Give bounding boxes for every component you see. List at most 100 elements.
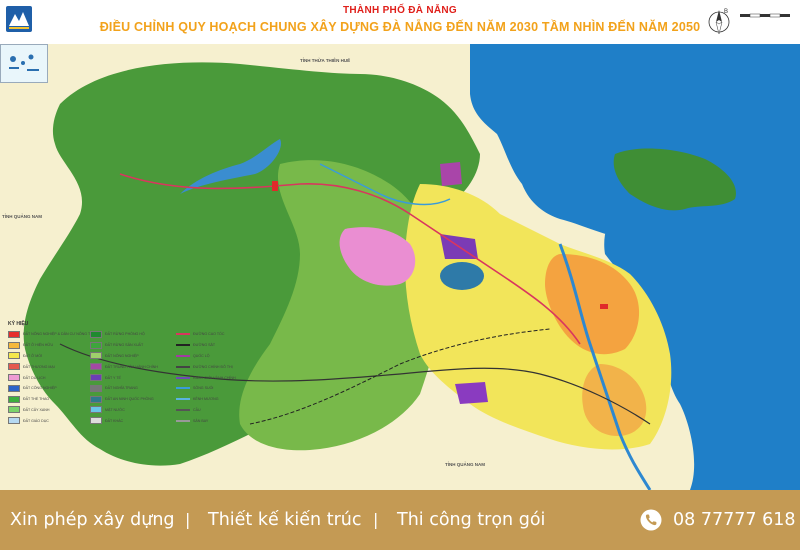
legend-item: MẶT NƯỚC	[90, 405, 158, 416]
legend-item: ĐẤT THƯƠNG MẠI	[8, 361, 98, 372]
legend-label: RANH GIỚI HÀNH CHÍNH	[193, 375, 236, 380]
legend-swatch	[8, 374, 20, 382]
legend-line-swatch	[176, 419, 190, 422]
legend-swatch	[90, 395, 102, 403]
map-subtitle: THÀNH PHỐ ĐÀ NẴNG	[343, 5, 457, 16]
legend-label: ĐẤT TRUNG TÂM HÀNH CHÍNH	[105, 364, 158, 369]
legend-item: ĐẤT RỪNG PHÒNG HỘ	[90, 329, 158, 340]
legend-label: ĐẤT NÔNG NGHIỆP	[105, 353, 139, 358]
phone-icon	[640, 509, 662, 531]
legend-label: ĐẤT RỪNG SẢN XUẤT	[105, 343, 144, 348]
legend-label: ĐƯỜNG CHÍNH ĐÔ THỊ	[193, 364, 233, 369]
scale-bar-icon	[740, 13, 790, 18]
legend-column-3: ĐƯỜNG CAO TỐC ĐƯỜNG SẮT QUỐC LỘ ĐƯỜNG CH…	[176, 329, 236, 426]
planning-map: TỈNH THỪA THIÊN HUẾ TỈNH QUẢNG NAM TỈNH …	[0, 44, 800, 490]
legend-label: ĐƯỜNG CAO TỐC	[193, 332, 225, 337]
legend-item: ĐẤT TRUNG TÂM HÀNH CHÍNH	[90, 361, 158, 372]
legend-item: ĐẤT THỂ THAO	[8, 394, 98, 405]
legend-line-swatch	[176, 408, 190, 411]
legend-column-1: ĐẤT NÔNG NGHIỆP & DÂN CƯ NÔNG THÔN ĐẤT Ở…	[8, 329, 98, 426]
legend-item: ĐẤT Ở HIỆN HỮU	[8, 340, 98, 351]
legend-label: ĐẤT KHÁC	[105, 418, 124, 423]
legend-item: CẦU	[176, 405, 236, 416]
legend-swatch	[8, 417, 20, 425]
legend-item: SÔNG SUỐI	[176, 383, 236, 394]
map-title: ĐIỀU CHỈNH QUY HOẠCH CHUNG XÂY DỰNG ĐÀ N…	[99, 20, 701, 34]
header: THÀNH PHỐ ĐÀ NẴNG ĐIỀU CHỈNH QUY HOẠCH C…	[0, 0, 800, 44]
legend-swatch	[8, 341, 20, 349]
legend-item: SÂN BAY	[176, 415, 236, 426]
footer-separator: |	[185, 510, 191, 529]
legend-item: ĐẤT RỪNG SẢN XUẤT	[90, 340, 158, 351]
admin-zone-2	[455, 382, 488, 404]
legend-item: ĐẤT Ở MỚI	[8, 351, 98, 362]
legend-label: ĐẤT GIÁO DỤC	[23, 418, 49, 423]
legend-label: CẦU	[193, 407, 201, 412]
legend-label: MẶT NƯỚC	[105, 407, 125, 412]
legend-item: ĐẤT DU LỊCH	[8, 372, 98, 383]
phone-number[interactable]: 08 77777 618	[673, 510, 795, 530]
legend-swatch	[8, 330, 20, 338]
legend-label: ĐẤT RỪNG PHÒNG HỘ	[105, 332, 145, 337]
legend-column-2: ĐẤT RỪNG PHÒNG HỘ ĐẤT RỪNG SẢN XUẤT ĐẤT …	[90, 329, 158, 426]
legend-line-swatch	[176, 354, 190, 357]
service-permit[interactable]: Xin phép xây dựng	[10, 510, 175, 530]
legend-item: ĐẤT NÔNG NGHIỆP	[90, 351, 158, 362]
legend-label: ĐẤT DU LỊCH	[23, 375, 46, 380]
legend-swatch	[90, 417, 102, 425]
legend-line-swatch	[176, 398, 190, 401]
legend-item: QUỐC LỘ	[176, 351, 236, 362]
legend-item: ĐẤT CÔNG NGHIỆP	[8, 383, 98, 394]
legend-label: ĐẤT CÔNG NGHIỆP	[23, 386, 57, 391]
legend-label: ĐẤT NÔNG NGHIỆP & DÂN CƯ NÔNG THÔN	[23, 332, 99, 337]
contact-footer: Xin phép xây dựng | Thiết kế kiến trúc |…	[0, 490, 800, 550]
legend-item: ĐẤT Y TẾ	[90, 372, 158, 383]
legend-item: ĐƯỜNG CHÍNH ĐÔ THỊ	[176, 361, 236, 372]
legend-line-swatch	[176, 344, 190, 347]
legend-swatch	[8, 352, 20, 360]
legend-swatch	[90, 330, 102, 338]
legend-swatch	[90, 352, 102, 360]
legend-item: ĐẤT KHÁC	[90, 415, 158, 426]
legend-swatch	[8, 395, 20, 403]
legend-label: ĐẤT Ở HIỆN HỮU	[23, 343, 54, 348]
service-construction[interactable]: Thi công trọn gói	[397, 510, 545, 530]
legend-label: ĐẤT NGHĨA TRANG	[105, 386, 138, 391]
legend-swatch	[90, 374, 102, 382]
legend-label: QUỐC LỘ	[193, 353, 210, 358]
legend-line-swatch	[176, 333, 190, 336]
legend-label: SÂN BAY	[193, 418, 209, 423]
legend-swatch	[8, 363, 20, 371]
compass-letter: B	[724, 9, 728, 15]
legend-swatch	[90, 384, 102, 392]
legend-item: KÊNH MƯƠNG	[176, 394, 236, 405]
legend-item: ĐẤT NGHĨA TRANG	[90, 383, 158, 394]
legend-item: ĐẤT CÂY XANH	[8, 405, 98, 416]
location-inset-map	[0, 44, 48, 83]
service-design[interactable]: Thiết kế kiến trúc	[208, 510, 361, 530]
tourism-north	[440, 162, 462, 186]
map-legend: KÝ HIỆU ĐẤT NÔNG NGHIỆP & DÂN CƯ NÔNG TH…	[8, 321, 268, 469]
legend-label: ĐẤT THƯƠNG MẠI	[23, 364, 55, 369]
legend-item: ĐẤT AN NINH QUỐC PHÒNG	[90, 394, 158, 405]
legend-label: ĐẤT AN NINH QUỐC PHÒNG	[105, 397, 154, 402]
legend-line-swatch	[176, 387, 190, 390]
legend-swatch	[90, 341, 102, 349]
legend-item: ĐƯỜNG SẮT	[176, 340, 236, 351]
legend-item: ĐẤT NÔNG NGHIỆP & DÂN CƯ NÔNG THÔN	[8, 329, 98, 340]
legend-title: KÝ HIỆU	[8, 321, 29, 327]
legend-label: ĐẤT Y TẾ	[105, 375, 121, 380]
legend-label: ĐƯỜNG SẮT	[193, 343, 216, 348]
legend-label: KÊNH MƯƠNG	[193, 397, 219, 402]
north-province-label: TỈNH THỪA THIÊN HUẾ	[300, 58, 351, 63]
legend-swatch	[90, 406, 102, 414]
legend-item: RANH GIỚI HÀNH CHÍNH	[176, 372, 236, 383]
reservoir-lake	[440, 262, 484, 290]
footer-separator: |	[373, 510, 379, 529]
legend-label: ĐẤT CÂY XANH	[23, 407, 50, 412]
legend-swatch	[90, 363, 102, 371]
industrial-marker-west	[272, 181, 278, 191]
legend-label: SÔNG SUỐI	[193, 386, 214, 391]
legend-swatch	[8, 384, 20, 392]
north-arrow-icon: B	[708, 9, 730, 35]
